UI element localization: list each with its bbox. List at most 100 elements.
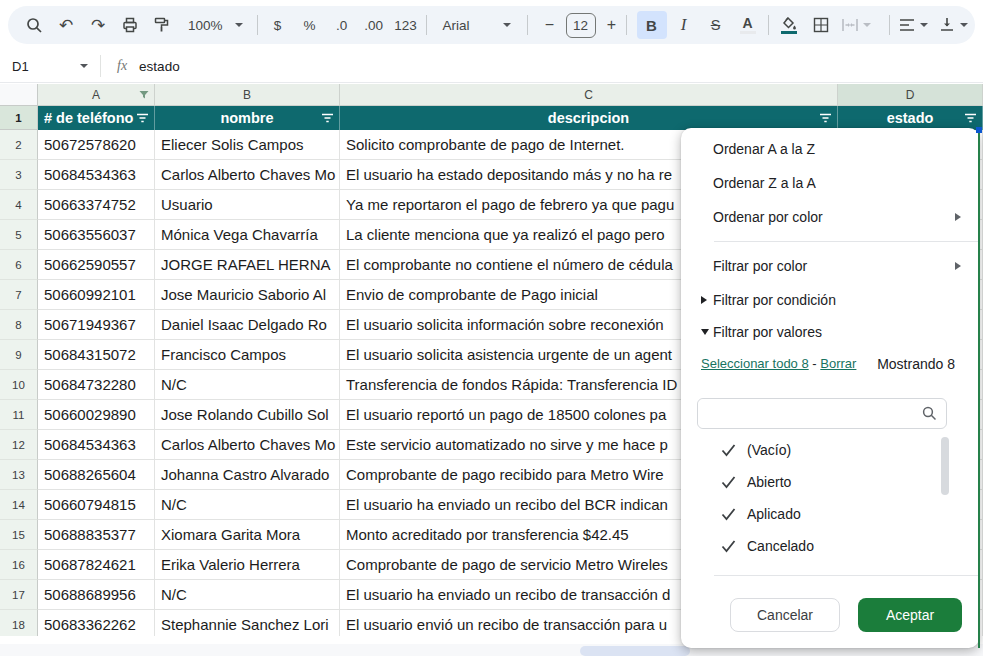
- row-number[interactable]: 18: [0, 610, 38, 636]
- menu-item-filter-by-condition[interactable]: Filtrar por condición: [713, 292, 836, 308]
- cell-nombre[interactable]: Daniel Isaac Delgado Ro: [155, 310, 340, 340]
- cell-nombre[interactable]: Mónica Vega Chavarría: [155, 220, 340, 250]
- search-input[interactable]: [698, 399, 922, 428]
- column-header-B[interactable]: B: [155, 84, 340, 106]
- percent-format-button[interactable]: %: [295, 11, 325, 39]
- cell-nombre[interactable]: Usuario: [155, 190, 340, 220]
- row-number[interactable]: 12: [0, 430, 38, 460]
- row-number[interactable]: 16: [0, 550, 38, 580]
- cell-phone[interactable]: 50662590557: [38, 250, 155, 280]
- row-number[interactable]: 15: [0, 520, 38, 550]
- row-number[interactable]: 17: [0, 580, 38, 610]
- currency-format-button[interactable]: $: [263, 11, 293, 39]
- undo-icon[interactable]: ↶: [51, 11, 81, 39]
- cell-phone[interactable]: 50672578620: [38, 130, 155, 160]
- cell-nombre[interactable]: Carlos Alberto Chaves Mo: [155, 160, 340, 190]
- decrease-decimals-button[interactable]: .0: [327, 11, 357, 39]
- menu-item-filter-by-color[interactable]: Filtrar por color: [713, 258, 807, 274]
- cell-phone[interactable]: 50660992101: [38, 280, 155, 310]
- cell-nombre[interactable]: Stephannie Sanchez Lori: [155, 610, 340, 636]
- formula-input[interactable]: estado: [139, 59, 180, 74]
- more-formats-button[interactable]: 123: [391, 11, 421, 39]
- row-number[interactable]: 10: [0, 370, 38, 400]
- row-number[interactable]: 9: [0, 340, 38, 370]
- values-scrollbar[interactable]: [941, 437, 949, 495]
- cell-phone[interactable]: 50688689956: [38, 580, 155, 610]
- column-header-D[interactable]: D: [838, 84, 983, 106]
- row-number[interactable]: 1: [0, 106, 38, 130]
- fill-color-button[interactable]: [774, 11, 804, 39]
- row-number[interactable]: 8: [0, 310, 38, 340]
- cell-nombre[interactable]: Johanna Castro Alvarado: [155, 460, 340, 490]
- collapse-arrow-icon[interactable]: [701, 329, 709, 335]
- merge-cells-button[interactable]: [837, 11, 875, 39]
- header-cell-phone[interactable]: # de teléfono: [38, 106, 155, 130]
- fill-handle[interactable]: [976, 127, 982, 133]
- increase-decimals-button[interactable]: .00: [359, 11, 389, 39]
- italic-button[interactable]: I: [669, 11, 699, 39]
- cell-phone[interactable]: 50671949367: [38, 310, 155, 340]
- cell-phone[interactable]: 50688835377: [38, 520, 155, 550]
- increase-font-size-button[interactable]: +: [602, 11, 622, 39]
- cell-phone[interactable]: 50683362262: [38, 610, 155, 636]
- strikethrough-button[interactable]: S: [701, 11, 731, 39]
- paint-format-icon[interactable]: [147, 11, 177, 39]
- row-number[interactable]: 4: [0, 190, 38, 220]
- cell-phone[interactable]: 50684534363: [38, 160, 155, 190]
- filter-value-vacío[interactable]: (Vacío): [721, 440, 791, 460]
- clear-link[interactable]: Borrar: [820, 356, 856, 371]
- row-number[interactable]: 14: [0, 490, 38, 520]
- menu-item-sort-by-color[interactable]: Ordenar por color: [713, 209, 823, 225]
- cell-nombre[interactable]: Carlos Alberto Chaves Mo: [155, 430, 340, 460]
- cell-nombre[interactable]: Jose Rolando Cubillo Sol: [155, 400, 340, 430]
- header-cell-estado[interactable]: estado: [838, 106, 983, 130]
- cell-phone[interactable]: 50684732280: [38, 370, 155, 400]
- cell-phone[interactable]: 50663556037: [38, 220, 155, 250]
- cell-nombre[interactable]: JORGE RAFAEL HERNA: [155, 250, 340, 280]
- select-all-corner[interactable]: [0, 84, 38, 106]
- font-size-input[interactable]: 12: [566, 13, 596, 38]
- cell-phone[interactable]: 50684534363: [38, 430, 155, 460]
- filter-value-abierto[interactable]: Abierto: [721, 472, 791, 492]
- cell-nombre[interactable]: Jose Mauricio Saborio Al: [155, 280, 340, 310]
- filter-value-cancelado[interactable]: Cancelado: [721, 536, 814, 556]
- row-number[interactable]: 5: [0, 220, 38, 250]
- cell-phone[interactable]: 50660794815: [38, 490, 155, 520]
- vertical-align-button[interactable]: [934, 11, 974, 39]
- cell-phone[interactable]: 50684315072: [38, 340, 155, 370]
- text-color-button[interactable]: A: [733, 11, 763, 39]
- borders-button[interactable]: [806, 11, 836, 39]
- row-number[interactable]: 2: [0, 130, 38, 160]
- cell-nombre[interactable]: Eliecer Solis Campos: [155, 130, 340, 160]
- menu-item-sort-za[interactable]: Ordenar Z a la A: [713, 175, 816, 191]
- bold-button[interactable]: B: [637, 11, 667, 39]
- header-cell-descripcion[interactable]: descripcion: [340, 106, 838, 130]
- cell-phone[interactable]: 50688265604: [38, 460, 155, 490]
- cell-nombre[interactable]: Xiomara Garita Mora: [155, 520, 340, 550]
- cell-phone[interactable]: 50660029890: [38, 400, 155, 430]
- accept-button[interactable]: Aceptar: [858, 598, 962, 632]
- cell-phone[interactable]: 50663374752: [38, 190, 155, 220]
- horizontal-scrollbar-thumb[interactable]: [580, 646, 690, 656]
- row-number[interactable]: 7: [0, 280, 38, 310]
- horizontal-align-button[interactable]: [894, 11, 934, 39]
- search-icon[interactable]: [19, 11, 49, 39]
- cell-nombre[interactable]: Erika Valerio Herrera: [155, 550, 340, 580]
- cell-nombre[interactable]: N/C: [155, 370, 340, 400]
- font-menu[interactable]: Arial: [431, 11, 523, 39]
- redo-icon[interactable]: ↷: [83, 11, 113, 39]
- name-box[interactable]: D1: [0, 59, 100, 74]
- cell-nombre[interactable]: N/C: [155, 580, 340, 610]
- filter-value-aplicado[interactable]: Aplicado: [721, 504, 801, 524]
- row-number[interactable]: 13: [0, 460, 38, 490]
- cell-nombre[interactable]: N/C: [155, 490, 340, 520]
- header-cell-nombre[interactable]: nombre: [155, 106, 340, 130]
- cancel-button[interactable]: Cancelar: [730, 598, 840, 632]
- row-number[interactable]: 6: [0, 250, 38, 280]
- row-number[interactable]: 11: [0, 400, 38, 430]
- cell-phone[interactable]: 50687824621: [38, 550, 155, 580]
- column-header-C[interactable]: C: [340, 84, 838, 106]
- expand-arrow-icon[interactable]: [701, 296, 707, 304]
- column-header-A[interactable]: A: [38, 84, 155, 106]
- print-icon[interactable]: [115, 11, 145, 39]
